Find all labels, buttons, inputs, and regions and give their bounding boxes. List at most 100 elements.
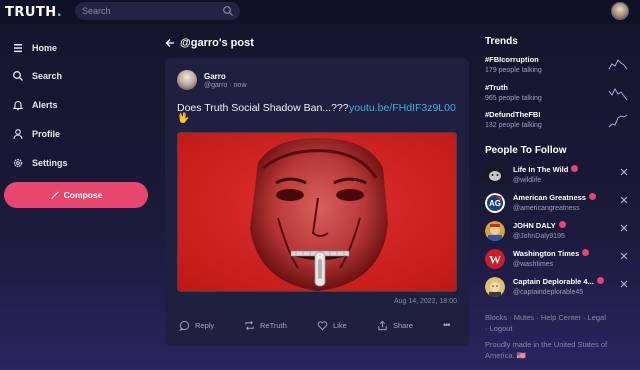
retruth-button[interactable]: ReTruth (244, 320, 287, 331)
vulcan-salute-emoji: 🖖 (177, 113, 190, 124)
compose-label: Compose (63, 190, 103, 200)
follow-suggestion[interactable]: Life In The Wild @wildlife (485, 163, 630, 187)
post-timestamp: Aug 14, 2022, 18:00 (393, 298, 457, 305)
account-name-text: American Greatness (513, 193, 586, 202)
account-avatar[interactable]: AG (485, 193, 505, 213)
page-title: @garro's post (180, 37, 254, 49)
back-arrow-icon[interactable] (165, 38, 175, 48)
people-to-follow-title: People To Follow (485, 145, 567, 156)
footer-made-in: Proudly made in the United States of Ame… (485, 340, 608, 360)
search-icon[interactable] (222, 5, 234, 17)
user-avatar[interactable] (611, 2, 629, 20)
account-handle: @JohnDaly9195 (513, 233, 565, 240)
sidebar-item-label: Profile (32, 129, 61, 139)
account-avatar[interactable]: W (485, 249, 505, 269)
top-bar: TRUTH. (0, 0, 640, 24)
close-icon[interactable] (620, 252, 628, 260)
account-name: Captain Deplorable 4... (513, 277, 604, 286)
close-icon[interactable] (620, 280, 628, 288)
follow-suggestion[interactable]: Captain Deplorable 4... @captaindeplorab… (485, 275, 630, 299)
sidebar-item-home[interactable]: Home (12, 40, 57, 56)
search-input[interactable] (82, 4, 222, 18)
close-icon[interactable] (620, 168, 628, 176)
bell-icon (12, 101, 24, 111)
sidebar-item-alerts[interactable]: Alerts (12, 97, 58, 113)
verified-badge-icon (571, 165, 579, 172)
more-options-icon[interactable]: ••• (443, 320, 457, 332)
account-handle: @americangreatness (513, 205, 580, 212)
verified-badge-icon (588, 193, 596, 200)
truth-logo[interactable]: TRUTH. (5, 5, 62, 20)
account-name: JOHN DALY (513, 221, 566, 230)
follow-suggestion[interactable]: AG American Greatness @americangreatness (485, 191, 630, 215)
account-avatar[interactable] (485, 277, 505, 297)
post-image[interactable] (177, 132, 457, 292)
trend-sparkline-icon (608, 59, 628, 70)
sidebar-item-label: Search (32, 71, 63, 81)
post-actions: Reply ReTruth Like Share ••• (177, 320, 457, 334)
follow-suggestion[interactable]: JOHN DALY @JohnDaly9195 (485, 219, 630, 243)
post-header: @garro's post (165, 36, 254, 50)
post-text: Does Truth Social Shadow Ban...??? youtu… (177, 101, 462, 115)
close-icon[interactable] (620, 196, 628, 204)
account-name: American Greatness (513, 193, 596, 202)
account-avatar[interactable] (485, 165, 505, 185)
verified-badge-icon (558, 221, 566, 228)
heart-icon (317, 321, 328, 331)
trend-sparkline-icon (608, 87, 628, 101)
logo-dot: . (56, 5, 63, 20)
reply-button[interactable]: Reply (179, 320, 214, 331)
follow-suggestion[interactable]: W Washington Times @washtimes (485, 247, 630, 271)
sidebar-item-label: Settings (32, 158, 68, 168)
sidebar: Home Search Alerts Profile Settings Comp… (0, 24, 160, 370)
author-avatar[interactable] (177, 70, 197, 90)
account-name-text: Life In The Wild (513, 165, 569, 174)
svg-text:AG: AG (489, 199, 501, 208)
pencil-icon (51, 191, 59, 199)
account-avatar[interactable] (485, 221, 505, 241)
image-content (178, 133, 456, 291)
retruth-label: ReTruth (260, 321, 287, 330)
reply-icon (179, 320, 190, 331)
account-handle: @captaindeplorable45 (513, 289, 584, 296)
account-name-text: JOHN DALY (513, 221, 556, 230)
sidebar-item-settings[interactable]: Settings (12, 155, 68, 171)
post-card: Garro @garro · now Does Truth Social Sha… (165, 58, 469, 346)
trend-sparkline-icon (608, 114, 628, 128)
post-body: Does Truth Social Shadow Ban...??? (177, 102, 349, 114)
logo-text: TRUTH (5, 5, 57, 20)
trend-item[interactable]: #DefundTheFBI 132 people talking (485, 110, 630, 134)
verified-badge-icon (596, 277, 604, 284)
share-button[interactable]: Share (377, 320, 413, 331)
svg-text:W: W (489, 253, 501, 267)
trend-item[interactable]: #FBIcorruption 179 people talking (485, 55, 630, 79)
sidebar-item-search[interactable]: Search (12, 68, 62, 84)
author-name[interactable]: Garro (204, 72, 226, 81)
share-icon (378, 320, 387, 331)
search-box[interactable] (75, 2, 240, 20)
home-icon (14, 44, 22, 53)
account-name: Washington Times (513, 249, 590, 258)
retruth-icon (245, 321, 254, 330)
gear-icon (13, 158, 23, 168)
sidebar-item-profile[interactable]: Profile (12, 126, 60, 142)
compose-button[interactable]: Compose (4, 182, 148, 208)
account-handle: @washtimes (513, 261, 554, 268)
trend-item[interactable]: #Truth 965 people talking (485, 83, 630, 107)
post-link[interactable]: youtu.be/FHdIF3z9L00 (349, 101, 456, 115)
account-name: Life In The Wild (513, 165, 579, 174)
account-name-text: Captain Deplorable 4... (513, 277, 594, 286)
account-name-text: Washington Times (513, 249, 580, 258)
sidebar-item-label: Home (32, 43, 58, 53)
author-handle: @garro · now (204, 82, 247, 89)
share-label: Share (393, 321, 414, 330)
trends-title: Trends (485, 36, 518, 47)
right-sidebar: Trends #FBIcorruption 179 people talking… (485, 24, 640, 370)
like-button[interactable]: Like (317, 320, 347, 331)
verified-badge-icon (582, 249, 590, 256)
account-handle: @wildlife (513, 177, 542, 184)
user-icon (13, 129, 23, 140)
close-icon[interactable] (620, 224, 628, 232)
footer-links[interactable]: Blocks · Mutes · Help Center · Legal · L… (485, 312, 610, 334)
search-icon (13, 71, 23, 81)
